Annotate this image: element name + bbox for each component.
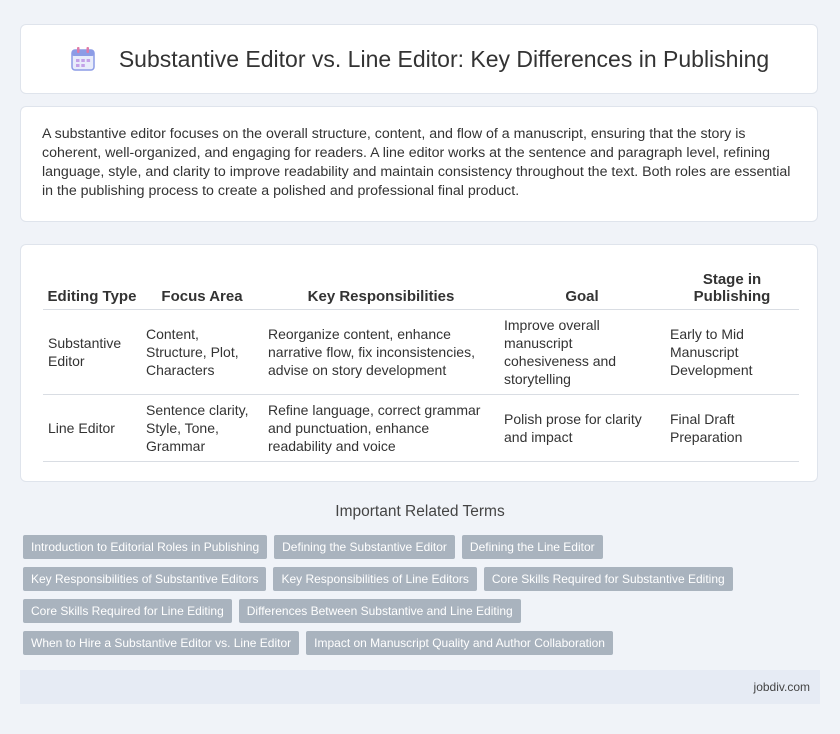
related-terms-title: Important Related Terms (335, 503, 505, 520)
table-cell: Final Draft Preparation (665, 395, 799, 462)
comparison-table-card: Editing Type Focus Area Key Responsibili… (20, 244, 818, 482)
table-header: Editing Type (43, 267, 141, 310)
intro-text: A substantive editor focuses on the over… (42, 126, 791, 199)
table-header-row: Editing Type Focus Area Key Responsibili… (43, 267, 799, 310)
related-terms-list: Introduction to Editorial Roles in Publi… (23, 535, 803, 663)
table-cell: Polish prose for clarity and impact (499, 395, 665, 462)
footer-site-link[interactable]: jobdiv.com (754, 680, 810, 694)
related-term-tag[interactable]: Defining the Line Editor (461, 535, 603, 559)
table-header: Stage in Publishing (665, 267, 799, 310)
table-header: Key Responsibilities (263, 267, 499, 310)
table-cell: Refine language, correct grammar and pun… (263, 395, 499, 462)
calendar-icon (71, 47, 95, 71)
page-title: Substantive Editor vs. Line Editor: Key … (118, 45, 770, 72)
title-card: Substantive Editor vs. Line Editor: Key … (20, 24, 818, 94)
related-term-tag[interactable]: Core Skills Required for Line Editing (23, 599, 232, 623)
table-row: Substantive Editor Content, Structure, P… (43, 310, 799, 395)
table-cell: Sentence clarity, Style, Tone, Grammar (141, 395, 263, 462)
intro-card: A substantive editor focuses on the over… (20, 106, 818, 222)
table-header: Goal (499, 267, 665, 310)
table-row: Line Editor Sentence clarity, Style, Ton… (43, 395, 799, 462)
table-cell: Content, Structure, Plot, Characters (141, 310, 263, 395)
table-cell: Improve overall manuscript cohesiveness … (499, 310, 665, 395)
table-cell: Reorganize content, enhance narrative fl… (263, 310, 499, 395)
table-cell: Substantive Editor (43, 310, 141, 395)
table-cell: Early to Mid Manuscript Development (665, 310, 799, 395)
related-term-tag[interactable]: Core Skills Required for Substantive Edi… (483, 567, 733, 591)
related-term-tag[interactable]: Introduction to Editorial Roles in Publi… (23, 535, 268, 559)
related-term-tag[interactable]: Differences Between Substantive and Line… (238, 599, 521, 623)
related-term-tag[interactable]: Key Responsibilities of Line Editors (273, 567, 477, 591)
footer: jobdiv.com (20, 670, 820, 704)
table-header: Focus Area (141, 267, 263, 310)
related-term-tag[interactable]: Defining the Substantive Editor (274, 535, 455, 559)
related-term-tag[interactable]: Impact on Manuscript Quality and Author … (306, 631, 613, 655)
comparison-table: Editing Type Focus Area Key Responsibili… (43, 267, 799, 462)
related-term-tag[interactable]: When to Hire a Substantive Editor vs. Li… (23, 631, 300, 655)
related-term-tag[interactable]: Key Responsibilities of Substantive Edit… (23, 567, 267, 591)
table-cell: Line Editor (43, 395, 141, 462)
